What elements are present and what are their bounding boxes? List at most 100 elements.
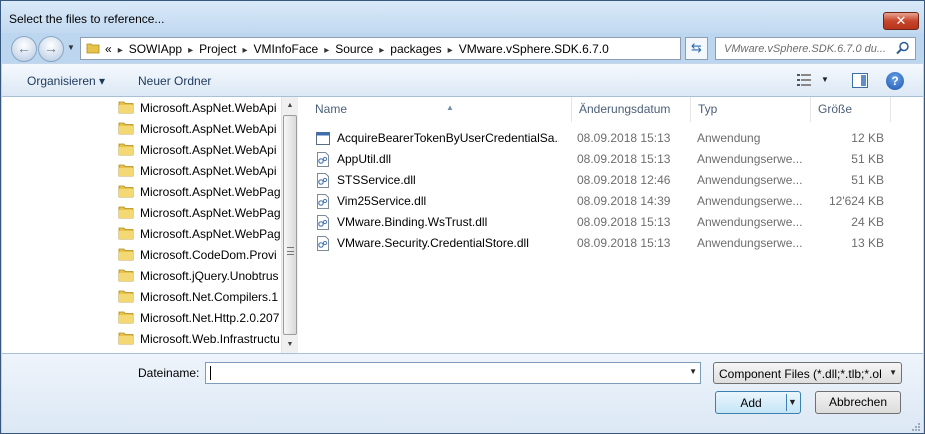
breadcrumb-separator-icon[interactable]: ▸ xyxy=(324,45,329,56)
filename-dropdown-icon[interactable]: ▼ xyxy=(689,367,697,376)
breadcrumb-item[interactable]: VMware.vSphere.SDK.6.7.0 xyxy=(459,42,609,56)
tree-item[interactable]: Microsoft.Net.Http.2.0.207 xyxy=(118,307,281,328)
file-list[interactable]: Name ▲ Änderungsdatum Typ Größe AcquireB… xyxy=(298,97,923,353)
file-row[interactable]: AcquireBearerTokenByUserCredentialSa... 0… xyxy=(314,128,904,149)
folder-icon xyxy=(118,225,134,241)
file-date: 08.09.2018 15:13 xyxy=(577,215,671,229)
view-options-icon[interactable] xyxy=(797,74,811,86)
scroll-up-icon[interactable]: ▲ xyxy=(282,97,298,114)
tree-item[interactable]: Microsoft.AspNet.WebApi xyxy=(118,97,281,118)
navigation-pane[interactable]: ▲ ▼ Microsoft.AspNet.WebApi Microsoft.Asp… xyxy=(2,97,298,353)
close-button[interactable]: ✕ xyxy=(883,12,919,30)
breadcrumb-item[interactable]: Project xyxy=(199,42,236,56)
tree-item[interactable]: Microsoft.CodeDom.Provi xyxy=(118,244,281,265)
folder-icon xyxy=(118,99,134,115)
filename-input[interactable] xyxy=(208,365,678,381)
folder-icon xyxy=(118,162,134,178)
column-header-type[interactable]: Typ xyxy=(691,97,811,122)
search-box[interactable]: VMware.vSphere.SDK.6.7.0 du... xyxy=(715,37,916,60)
folder-icon xyxy=(118,183,134,199)
file-name: VMware.Binding.WsTrust.dll xyxy=(337,215,488,229)
tree-item[interactable]: Microsoft.Web.Infrastructu xyxy=(118,328,281,349)
dll-file-icon xyxy=(316,236,330,251)
navigation-scrollbar[interactable]: ▲ ▼ xyxy=(281,97,298,353)
back-button[interactable]: ← xyxy=(11,36,37,62)
scroll-down-icon[interactable]: ▼ xyxy=(282,336,298,353)
tree-item-label: Microsoft.AspNet.WebPag xyxy=(140,206,281,220)
cancel-button[interactable]: Abbrechen xyxy=(815,391,901,414)
column-header-size[interactable]: Größe xyxy=(811,97,891,122)
file-size: 24 KB xyxy=(851,215,884,229)
filename-combobox[interactable]: ▼ xyxy=(205,362,701,384)
dialog-footer: Dateiname: ▼ Component Files (*.dll;*.tl… xyxy=(2,353,923,433)
file-type-select[interactable]: Component Files (*.dll;*.tlb;*.ol ▼ xyxy=(713,362,902,384)
add-button[interactable]: Add ▼ xyxy=(715,391,801,414)
search-icon[interactable] xyxy=(896,41,910,55)
help-icon[interactable]: ? xyxy=(886,72,904,90)
search-input[interactable]: VMware.vSphere.SDK.6.7.0 du... xyxy=(724,43,894,55)
breadcrumb-separator-icon[interactable]: ▸ xyxy=(448,45,453,56)
tree-item[interactable]: Microsoft.jQuery.Unobtrus xyxy=(118,265,281,286)
breadcrumb-item[interactable]: SOWIApp xyxy=(129,42,182,56)
forward-button[interactable]: → xyxy=(38,36,64,62)
breadcrumb-overflow[interactable]: « xyxy=(105,42,112,56)
filename-label: Dateiname: xyxy=(138,366,200,380)
tree-item-label: Microsoft.AspNet.WebApi xyxy=(140,101,277,115)
preview-pane-icon[interactable] xyxy=(852,73,868,88)
sort-ascending-icon: ▲ xyxy=(446,103,454,112)
file-row[interactable]: VMware.Binding.WsTrust.dll 08.09.2018 15:… xyxy=(314,212,904,233)
file-row[interactable]: VMware.Security.CredentialStore.dll 08.09… xyxy=(314,233,904,254)
dialog-title: Select the files to reference... xyxy=(9,12,165,26)
tree-item-label: Microsoft.AspNet.WebApi xyxy=(140,143,277,157)
breadcrumb-separator-icon[interactable]: ▸ xyxy=(118,45,123,56)
view-dropdown-icon[interactable]: ▼ xyxy=(821,75,829,84)
file-row[interactable]: STSService.dll 08.09.2018 12:46 Anwendungs… xyxy=(314,170,904,191)
tree-item[interactable]: Microsoft.Net.Compilers.1 xyxy=(118,286,281,307)
file-name: STSService.dll xyxy=(337,173,416,187)
folder-icon xyxy=(118,246,134,262)
file-row[interactable]: AppUtil.dll 08.09.2018 15:13 Anwendungserw… xyxy=(314,149,904,170)
address-bar[interactable]: « ▸ SOWIApp ▸ Project ▸ VMInfoFace ▸ Source ▸ pack… xyxy=(80,37,697,60)
file-name: Vim25Service.dll xyxy=(337,194,427,208)
tree-item-label: Microsoft.Web.Infrastructu xyxy=(140,332,280,346)
file-size: 13 KB xyxy=(851,236,884,250)
file-size: 51 KB xyxy=(851,152,884,166)
breadcrumb-separator-icon[interactable]: ▸ xyxy=(379,45,384,56)
column-size-label: Größe xyxy=(818,102,853,116)
breadcrumb-item[interactable]: Source xyxy=(335,42,373,56)
new-folder-button[interactable]: Neuer Ordner xyxy=(138,74,211,88)
breadcrumb-item[interactable]: packages xyxy=(390,42,441,56)
tree-item-label: Microsoft.jQuery.Unobtrus xyxy=(140,269,279,283)
title-bar[interactable]: Select the files to reference... ✕ xyxy=(1,1,924,33)
column-header-date[interactable]: Änderungsdatum xyxy=(572,97,691,122)
tree-item[interactable]: Microsoft.AspNet.WebPag xyxy=(118,181,281,202)
tree-item[interactable]: Microsoft.AspNet.WebPag xyxy=(118,223,281,244)
navigation-bar: ← → ▼ « ▸ SOWIApp ▸ Project ▸ VMInfoFace ▸ Sourc… xyxy=(1,33,924,63)
file-type: Anwendungserwe... xyxy=(697,236,803,250)
breadcrumb-item[interactable]: VMInfoFace xyxy=(254,42,319,56)
scrollbar-thumb[interactable] xyxy=(283,115,297,335)
resize-grip-icon[interactable] xyxy=(911,422,921,432)
refresh-button[interactable]: ⇆ xyxy=(685,37,708,60)
file-name: AppUtil.dll xyxy=(337,152,392,166)
tree-item[interactable]: Microsoft.AspNet.WebApi xyxy=(118,118,281,139)
breadcrumb-separator-icon[interactable]: ▸ xyxy=(242,45,247,56)
folder-icon xyxy=(118,120,134,136)
file-type-dropdown-icon[interactable]: ▼ xyxy=(889,368,897,377)
history-dropdown-icon[interactable]: ▼ xyxy=(67,43,75,52)
tree-item-label: Microsoft.AspNet.WebApi xyxy=(140,122,277,136)
tree-item[interactable]: Microsoft.AspNet.WebApi xyxy=(118,139,281,160)
file-size: 12'624 KB xyxy=(828,194,884,208)
command-toolbar: Organisieren ▾ Neuer Ordner ▼ ? xyxy=(2,63,923,97)
column-header-name[interactable]: Name ▲ xyxy=(308,97,572,122)
file-date: 08.09.2018 15:13 xyxy=(577,152,671,166)
organize-button[interactable]: Organisieren ▾ xyxy=(27,74,105,88)
file-type-value: Component Files (*.dll;*.tlb;*.ol xyxy=(719,367,882,381)
add-dropdown-icon[interactable]: ▼ xyxy=(788,397,797,407)
file-type: Anwendungserwe... xyxy=(697,215,803,229)
file-row[interactable]: Vim25Service.dll 08.09.2018 14:39 Anwendun… xyxy=(314,191,904,212)
file-type: Anwendungserwe... xyxy=(697,152,803,166)
breadcrumb-separator-icon[interactable]: ▸ xyxy=(188,45,193,56)
tree-item[interactable]: Microsoft.AspNet.WebPag xyxy=(118,202,281,223)
tree-item[interactable]: Microsoft.AspNet.WebApi xyxy=(118,160,281,181)
